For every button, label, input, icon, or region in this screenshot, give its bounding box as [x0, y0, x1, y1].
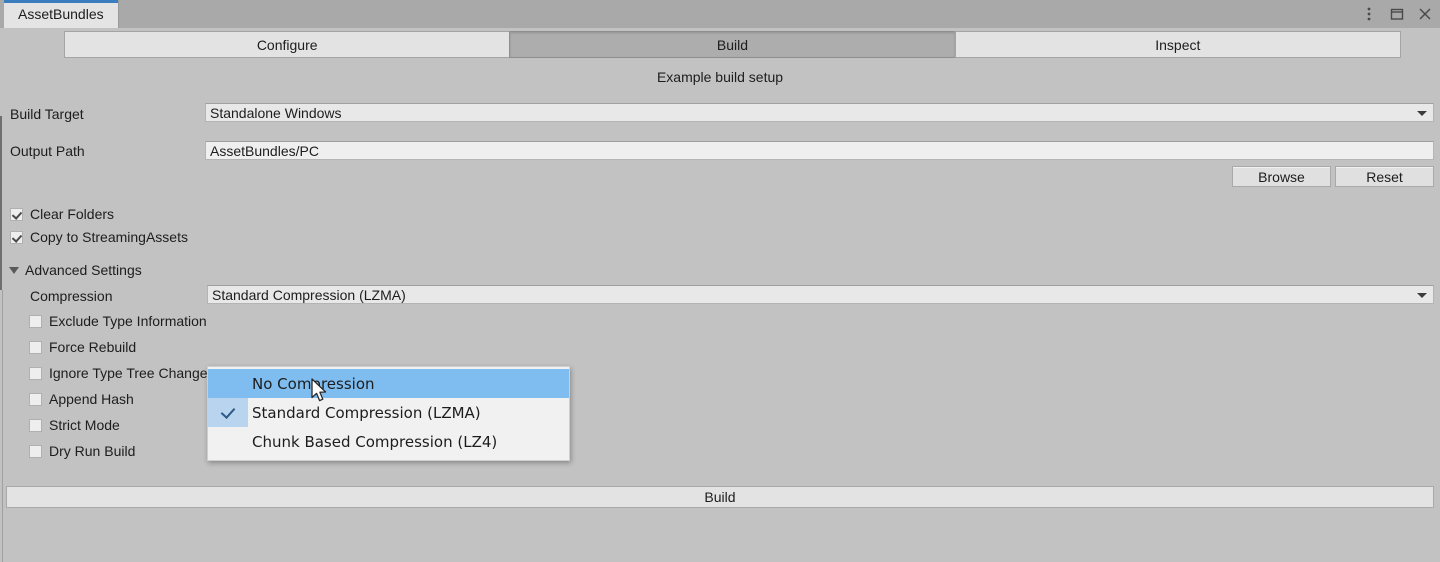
reset-button-label: Reset — [1366, 168, 1403, 185]
toggle-ignore-type-tree-changes[interactable]: Ignore Type Tree Changes — [29, 365, 215, 381]
toggle-exclude-type-information[interactable]: Exclude Type Information — [29, 313, 207, 329]
checkbox-icon[interactable] — [29, 418, 42, 432]
toggle-strict-mode[interactable]: Strict Mode — [29, 417, 120, 433]
advanced-settings-foldout[interactable]: Advanced Settings — [9, 262, 142, 278]
build-target-value: Standalone Windows — [210, 104, 342, 121]
checkbox-icon[interactable] — [10, 207, 23, 221]
tab-build[interactable]: Build — [509, 31, 955, 58]
chevron-down-icon — [1417, 110, 1427, 116]
checkbox-icon[interactable] — [29, 444, 42, 458]
build-button-label: Build — [704, 489, 736, 505]
toggle-ignore-type-tree-changes-label: Ignore Type Tree Changes — [49, 365, 215, 381]
output-path-label: Output Path — [10, 143, 85, 159]
compression-value: Standard Compression (LZMA) — [212, 286, 406, 303]
window-controls — [1360, 0, 1434, 28]
build-target-label: Build Target — [10, 106, 84, 122]
toggle-clear-folders[interactable]: Clear Folders — [10, 206, 114, 222]
checkbox-icon[interactable] — [29, 392, 42, 406]
build-button[interactable]: Build — [6, 486, 1434, 508]
tab-inspect[interactable]: Inspect — [954, 31, 1401, 58]
compression-label: Compression — [30, 288, 113, 304]
compression-dropdown[interactable]: Standard Compression (LZMA) — [207, 285, 1434, 304]
toggle-append-hash-label: Append Hash — [49, 391, 134, 407]
output-path-value: AssetBundles/PC — [210, 142, 319, 159]
tab-build-label: Build — [716, 36, 749, 53]
output-path-input[interactable]: AssetBundles/PC — [205, 141, 1434, 160]
menu-item-chunk-based-compression-label: Chunk Based Compression (LZ4) — [252, 432, 498, 451]
reset-button[interactable]: Reset — [1335, 166, 1434, 187]
toggle-force-rebuild[interactable]: Force Rebuild — [29, 339, 136, 355]
toggle-force-rebuild-label: Force Rebuild — [49, 339, 137, 355]
browse-button-label: Browse — [1258, 168, 1305, 185]
toggle-strict-mode-label: Strict Mode — [49, 417, 120, 433]
window-title-bar: AssetBundles — [0, 0, 1440, 28]
window-tab-strip: AssetBundles — [4, 0, 119, 28]
window-tab-label: AssetBundles — [18, 6, 104, 22]
toggle-clear-folders-label: Clear Folders — [30, 206, 115, 222]
checkbox-icon[interactable] — [29, 340, 42, 354]
close-icon[interactable] — [1416, 5, 1434, 23]
menu-item-standard-compression-label: Standard Compression (LZMA) — [252, 403, 481, 422]
check-icon — [220, 403, 236, 419]
compression-dropdown-menu: No Compression Standard Compression (LZM… — [207, 366, 570, 461]
toggle-copy-to-streamingassets[interactable]: Copy to StreamingAssets — [10, 229, 188, 245]
menu-icon[interactable] — [1360, 5, 1378, 23]
toggle-append-hash[interactable]: Append Hash — [29, 391, 134, 407]
panel-left-rule — [2, 290, 3, 562]
checkbox-icon[interactable] — [29, 314, 42, 328]
toggle-copy-to-streamingassets-label: Copy to StreamingAssets — [30, 229, 188, 245]
advanced-settings-label: Advanced Settings — [25, 262, 142, 278]
tab-configure-label: Configure — [256, 36, 318, 53]
mode-tab-bar: Configure Build Inspect — [64, 31, 1401, 58]
checkbox-icon[interactable] — [29, 366, 42, 380]
menu-item-no-compression[interactable]: No Compression — [208, 369, 569, 398]
panel-left-edge — [0, 116, 2, 290]
build-target-dropdown[interactable]: Standalone Windows — [205, 103, 1434, 122]
tab-inspect-label: Inspect — [1155, 36, 1201, 53]
menu-item-chunk-based-compression[interactable]: Chunk Based Compression (LZ4) — [208, 427, 569, 456]
menu-item-standard-compression[interactable]: Standard Compression (LZMA) — [208, 398, 569, 427]
menu-item-no-compression-label: No Compression — [252, 374, 375, 393]
maximize-icon[interactable] — [1388, 5, 1406, 23]
menu-item-check-gutter — [208, 427, 248, 456]
page-title: Example build setup — [656, 69, 784, 85]
browse-button[interactable]: Browse — [1232, 166, 1331, 187]
build-panel: Example build setup Build Target Standal… — [0, 58, 1440, 562]
checkbox-icon[interactable] — [10, 230, 23, 244]
triangle-down-icon — [9, 266, 19, 274]
chevron-down-icon — [1417, 292, 1427, 298]
menu-item-check-gutter — [208, 398, 248, 427]
tab-configure[interactable]: Configure — [64, 31, 510, 58]
window-tab-assetbundles[interactable]: AssetBundles — [4, 0, 119, 28]
toggle-exclude-type-information-label: Exclude Type Information — [49, 313, 207, 329]
menu-item-check-gutter — [208, 369, 248, 398]
toggle-dry-run-build-label: Dry Run Build — [49, 443, 136, 459]
toggle-dry-run-build[interactable]: Dry Run Build — [29, 443, 135, 459]
